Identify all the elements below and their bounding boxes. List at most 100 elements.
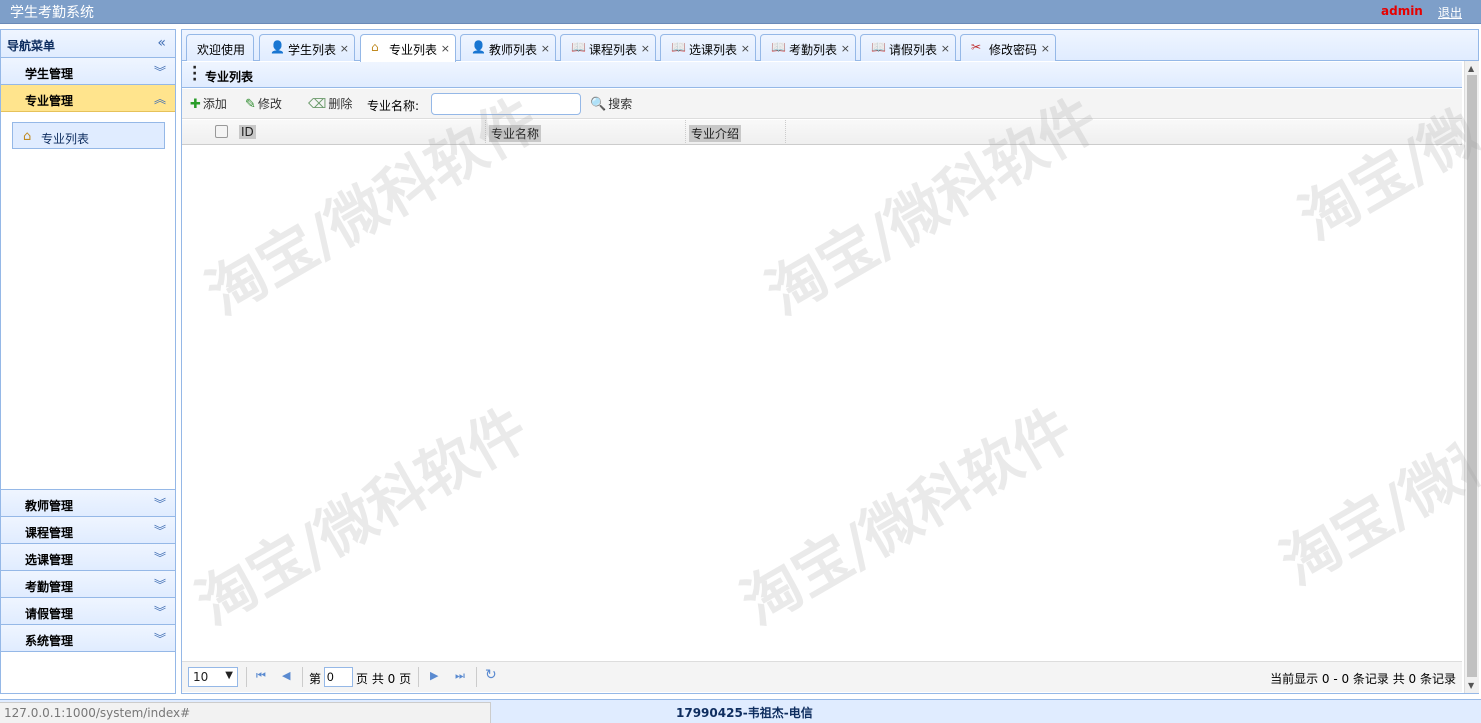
search-button-label: 搜索 [608,97,633,111]
scroll-down-icon[interactable]: ▼ [1468,681,1474,690]
close-icon[interactable]: × [340,42,349,55]
tab-label: 学生列表 [288,43,337,57]
grid-header: ID 专业名称 专业介绍 [182,120,1462,145]
last-page-icon[interactable]: ⏭ [455,669,465,683]
refresh-icon[interactable]: ↻ [485,667,497,683]
delete-icon: ⌫ [308,97,327,112]
tab-attendance-list[interactable]: 📖 考勤列表 × [760,34,856,61]
chevron-down-icon: ︾ [153,632,166,646]
nav-group-majors[interactable]: 专业管理 ︽ [1,85,175,112]
book-icon: 📖 [671,40,686,54]
add-icon: ✚ [190,97,201,112]
tab-change-password[interactable]: ✂ 修改密码 × [960,34,1056,61]
logout-link[interactable]: 退出 [1438,4,1462,21]
search-button[interactable]: 🔍 搜索 [590,95,632,113]
close-icon[interactable]: × [1041,42,1050,55]
tab-label: 专业列表 [389,43,438,57]
tools-icon: ✂ [971,40,982,54]
close-icon[interactable]: × [741,42,750,55]
collapse-left-icon[interactable]: « [157,35,166,51]
home-icon: ⌂ [23,129,32,144]
tab-label: 考勤列表 [789,43,838,57]
nav-header: 导航菜单 « [1,30,175,58]
nav-group-system[interactable]: 系统管理 ︾ [1,625,175,652]
nav-group-label: 教师管理 [25,499,74,513]
add-label: 添加 [202,97,227,111]
delete-button[interactable]: ⌫ 删除 [308,95,352,113]
chevron-down-icon: ︾ [153,551,166,565]
prev-page-icon[interactable]: ◀ [282,669,290,682]
url-status: 127.0.0.1:1000/system/index# [0,702,491,723]
nav-group-label: 请假管理 [25,607,74,621]
select-all-checkbox[interactable] [215,125,228,138]
app-title: 学生考勤系统 [10,5,94,21]
nav-group-leave[interactable]: 请假管理 ︾ [1,598,175,625]
separator [302,667,303,687]
tab-teacher-list[interactable]: 👤 教师列表 × [460,34,556,61]
tab-welcome[interactable]: 欢迎使用 [186,34,254,61]
scroll-up-icon[interactable]: ▲ [1468,64,1474,73]
book-icon: 📖 [771,40,786,54]
page-prefix: 第 [309,672,322,686]
close-icon[interactable]: × [441,42,450,55]
chevron-down-icon: ︾ [153,524,166,538]
search-label: 专业名称: [367,99,420,113]
page-suffix: 页 共 0 页 [356,672,412,686]
major-name-search-input[interactable] [431,93,581,115]
chevron-down-icon: ︾ [153,578,166,592]
column-header-id[interactable]: ID [236,120,486,145]
nav-group-label: 学生管理 [25,67,74,81]
separator [418,667,419,687]
nav-group-students[interactable]: 学生管理 ︾ [1,58,175,85]
tab-major-list[interactable]: ⌂ 专业列表 × [360,34,456,62]
tab-label: 选课列表 [689,43,738,57]
tab-student-list[interactable]: 👤 学生列表 × [259,34,355,61]
tab-selection-list[interactable]: 📖 选课列表 × [660,34,756,61]
add-button[interactable]: ✚ 添加 [190,95,227,113]
column-header-major-intro[interactable]: 专业介绍 [686,120,786,145]
top-header: 学生考勤系统 admin 退出 [0,0,1481,24]
nav-group-selection[interactable]: 选课管理 ︾ [1,544,175,571]
tab-bar: 欢迎使用 👤 学生列表 × ⌂ 专业列表 × 👤 教师列表 × 📖 课程列表 ×… [182,30,1478,62]
next-page-icon[interactable]: ▶ [430,669,438,682]
close-icon[interactable]: × [641,42,650,55]
page-number-input[interactable] [324,667,353,687]
close-icon[interactable]: × [841,42,850,55]
column-label: 专业名称 [489,125,542,142]
edit-button[interactable]: ✎ 修改 [245,95,282,113]
column-header-major-name[interactable]: 专业名称 [486,120,686,145]
close-icon[interactable]: × [541,42,550,55]
nav-title: 导航菜单 [7,39,56,53]
tab-label: 课程列表 [589,43,638,57]
home-icon: ⌂ [371,40,379,54]
nav-item-major-list[interactable]: ⌂ 专业列表 [12,122,165,149]
tab-leave-list[interactable]: 📖 请假列表 × [860,34,956,61]
scrollbar-thumb[interactable] [1467,75,1477,677]
vertical-scrollbar[interactable]: ▲ ▼ [1464,61,1479,693]
nav-sidebar: 导航菜单 « 学生管理 ︾ 专业管理 ︽ ⌂ 专业列表 教师管理 ︾ 课程管理 … [0,29,176,694]
dropdown-arrow-icon: ▼ [225,670,233,681]
page-size-select[interactable]: 10 ▼ [188,667,238,687]
tab-label: 欢迎使用 [197,43,246,57]
main-panel: 欢迎使用 👤 学生列表 × ⌂ 专业列表 × 👤 教师列表 × 📖 课程列表 ×… [181,29,1479,694]
chevron-up-icon: ︽ [153,92,166,106]
close-icon[interactable]: × [941,42,950,55]
toolbar: ✚ 添加 ✎ 修改 ⌫ 删除 专业名称: 🔍 搜索 [182,89,1462,119]
footer-text: 17990425-韦祖杰-电信 [676,706,813,720]
nav-group-body: ⌂ 专业列表 [1,112,175,490]
tab-label: 教师列表 [489,43,538,57]
nav-group-teachers[interactable]: 教师管理 ︾ [1,490,175,517]
pagination-bar: 10 ▼ ⏮ ◀ 第 页 共 0 页 ▶ ⏭ ↻ 当前显示 0 - 0 条记录 … [182,661,1462,692]
book-icon: 📖 [571,40,586,54]
separator [246,667,247,687]
nav-group-courses[interactable]: 课程管理 ︾ [1,517,175,544]
tab-label: 请假列表 [889,43,938,57]
first-page-icon[interactable]: ⏮ [256,669,266,683]
url-text: 127.0.0.1:1000/system/index# [4,706,191,720]
column-label: ID [239,125,256,139]
nav-group-label: 考勤管理 [25,580,74,594]
tab-course-list[interactable]: 📖 课程列表 × [560,34,656,61]
nav-group-label: 课程管理 [25,526,74,540]
nav-group-attendance[interactable]: 考勤管理 ︾ [1,571,175,598]
page-size-value: 10 [193,670,209,684]
